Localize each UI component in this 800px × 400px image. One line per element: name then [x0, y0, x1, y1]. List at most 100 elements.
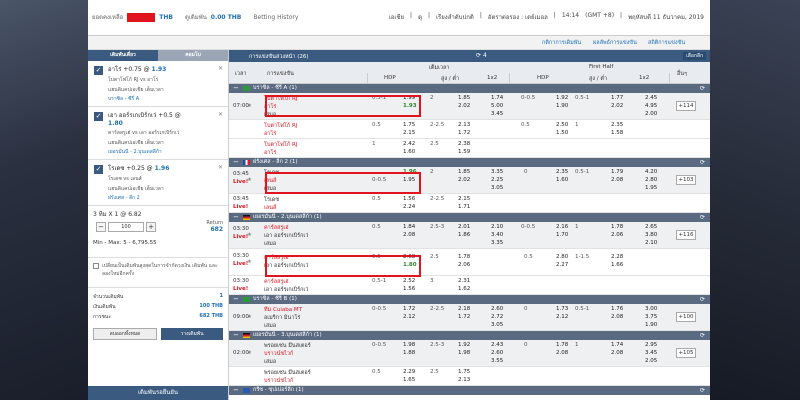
collapse-icon[interactable]: − — [233, 213, 239, 222]
waiting-bets-button[interactable]: เดิมพันรอยืนยัน — [88, 386, 228, 400]
odd-cell[interactable]: 2.28 — [611, 254, 623, 260]
checkbox-icon[interactable]: ✓ — [94, 66, 103, 75]
odd-cell[interactable]: 2.08 — [556, 350, 568, 356]
odd-cell[interactable]: 2.08 — [403, 232, 415, 238]
odd-cell[interactable]: 1.95 — [645, 185, 657, 191]
odd-cell[interactable]: 2.10 — [645, 240, 657, 246]
odd-cell[interactable]: 2.65 — [645, 224, 657, 230]
more-markets-button[interactable]: +114 — [676, 101, 696, 111]
more-markets-button[interactable]: +105 — [676, 348, 696, 358]
odd-cell[interactable]: 1.90 — [556, 103, 568, 109]
odd-cell[interactable]: 2.01 — [458, 224, 470, 230]
odd-cell[interactable]: 5.00 — [491, 103, 503, 109]
odd-cell[interactable]: 1.58 — [611, 130, 623, 136]
odd-cell[interactable]: 2.08 — [611, 350, 623, 356]
odd-cell[interactable]: 2.10 — [491, 224, 503, 230]
odd-cell[interactable]: 2.50 — [556, 122, 568, 128]
odd-cell[interactable]: 2.38 — [458, 141, 470, 147]
stake-input[interactable]: 100 — [108, 222, 144, 232]
odd-cell[interactable]: 1.56 — [403, 196, 415, 202]
place-bet-button[interactable]: วางเดิมพัน — [161, 328, 223, 340]
star-icon[interactable]: ★ — [247, 232, 252, 238]
odd-cell[interactable]: 2.13 — [458, 122, 470, 128]
odd-cell[interactable]: 1.98 — [458, 350, 470, 356]
odd-cell[interactable]: 3.40 — [491, 232, 503, 238]
star-icon[interactable]: ★ — [247, 103, 252, 109]
odd-cell[interactable]: 1.72 — [458, 130, 470, 136]
league-row[interactable]: − บราซิล - ซีรี่ B (1) ⟳ — [229, 295, 710, 304]
accept-checkbox[interactable] — [93, 263, 99, 269]
odd-cell[interactable]: 2.13 — [458, 377, 470, 383]
odd-cell[interactable]: 3.05 — [491, 185, 503, 191]
odd-cell[interactable]: 3.75 — [645, 314, 657, 320]
league-row[interactable]: − กรีซ - ซุปเปอร์ลีก (1) ⟳ — [229, 386, 710, 395]
collapse-icon[interactable]: − — [233, 386, 239, 395]
collapse-icon[interactable]: − — [233, 295, 239, 304]
close-icon[interactable]: ✕ — [218, 65, 223, 72]
refresh-icon[interactable]: ⟳ — [700, 84, 705, 93]
odd-cell[interactable]: 2.02 — [458, 103, 470, 109]
more-markets-button[interactable]: +116 — [676, 230, 696, 240]
odd-cell[interactable]: 3.45 — [645, 350, 657, 356]
odd-cell[interactable]: 1.60 — [403, 149, 415, 155]
refresh-icon[interactable]: ⟳ — [700, 331, 705, 340]
odd-cell[interactable]: 1.65 — [403, 377, 415, 383]
odd-cell[interactable]: 3.35 — [491, 240, 503, 246]
odd-cell[interactable]: 1.73 — [556, 306, 568, 312]
odd-cell[interactable]: 2.15 — [458, 196, 470, 202]
odd-cell[interactable]: 4.20 — [645, 169, 657, 175]
odd-cell[interactable]: 1.70 — [556, 232, 568, 238]
select-league-button[interactable]: เลือกลีก — [683, 52, 706, 60]
menu-stats[interactable]: สถิติการแข่งขัน — [648, 39, 685, 47]
odd-cell[interactable]: 1.72 — [403, 306, 415, 312]
odd-cell[interactable]: 1.75 — [403, 122, 415, 128]
star-icon[interactable]: ★ — [247, 259, 252, 265]
odd-cell[interactable]: 2.31 — [458, 278, 470, 284]
odd-cell[interactable]: 1.78 — [611, 224, 623, 230]
odd-cell[interactable]: 2.00 — [645, 111, 657, 117]
menu-results[interactable]: ผลลัพธ์การแข่งขัน — [593, 39, 637, 47]
odd-cell[interactable]: 2.29 — [403, 369, 415, 375]
odd-cell[interactable]: 1.76 — [611, 306, 623, 312]
minus-button[interactable]: − — [96, 222, 106, 232]
odd-cell[interactable]: 1.74 — [611, 342, 623, 348]
sort-select[interactable]: เรียงลำดับปกติ — [436, 12, 474, 22]
tab-parlay[interactable]: คอมโบ — [158, 50, 228, 61]
odd-cell[interactable]: 1.74 — [491, 95, 503, 101]
menu-rules[interactable]: กติกาการเดิมพัน — [542, 39, 581, 47]
star-icon[interactable]: ★ — [247, 314, 252, 320]
odd-cell[interactable]: 2.15 — [403, 130, 415, 136]
odd-cell[interactable]: 1.78 — [556, 342, 568, 348]
display-select[interactable]: อัตราต่อรอง : เดย์เมอล — [488, 12, 548, 22]
odd-cell[interactable]: 2.12 — [403, 314, 415, 320]
checkbox-icon[interactable]: ✓ — [94, 112, 103, 121]
refresh-count[interactable]: ⟳ 4 — [476, 52, 487, 59]
refresh-icon[interactable]: ⟳ — [700, 295, 705, 304]
odd-cell[interactable]: 1.72 — [458, 314, 470, 320]
odd-cell[interactable]: 2.06 — [458, 262, 470, 268]
odd-cell[interactable]: 3.35 — [491, 169, 503, 175]
odd-cell[interactable]: 1.75 — [458, 369, 470, 375]
odd-cell[interactable]: 2.60 — [491, 350, 503, 356]
betting-history-link[interactable]: Betting History — [253, 14, 298, 21]
odd-cell[interactable]: 1.66 — [611, 262, 623, 268]
odd-cell[interactable]: 2.12 — [556, 314, 568, 320]
odd-cell[interactable]: 2.95 — [645, 342, 657, 348]
odd-cell[interactable]: 2.43 — [491, 342, 503, 348]
odd-cell[interactable]: 2.08 — [611, 177, 623, 183]
odd-cell[interactable]: 1.98 — [403, 342, 415, 348]
odd-cell[interactable]: 3.05 — [491, 322, 503, 328]
star-icon[interactable]: ★ — [247, 350, 252, 356]
odd-cell[interactable]: 3.45 — [491, 111, 503, 117]
refresh-icon[interactable]: ⟳ — [700, 213, 705, 222]
odd-cell[interactable]: 1.90 — [645, 322, 657, 328]
star-icon[interactable]: ★ — [247, 177, 252, 183]
more-markets-button[interactable]: +100 — [676, 312, 696, 322]
more-markets-button[interactable]: +103 — [676, 175, 696, 185]
odd-cell[interactable]: 2.05 — [645, 358, 657, 364]
odd-cell[interactable]: 1.78 — [458, 254, 470, 260]
checkbox-icon[interactable]: ✓ — [94, 165, 103, 174]
odd-cell[interactable]: 1.84 — [403, 224, 415, 230]
odd-cell[interactable]: 2.60 — [491, 306, 503, 312]
odd-cell[interactable]: 2.35 — [556, 169, 568, 175]
